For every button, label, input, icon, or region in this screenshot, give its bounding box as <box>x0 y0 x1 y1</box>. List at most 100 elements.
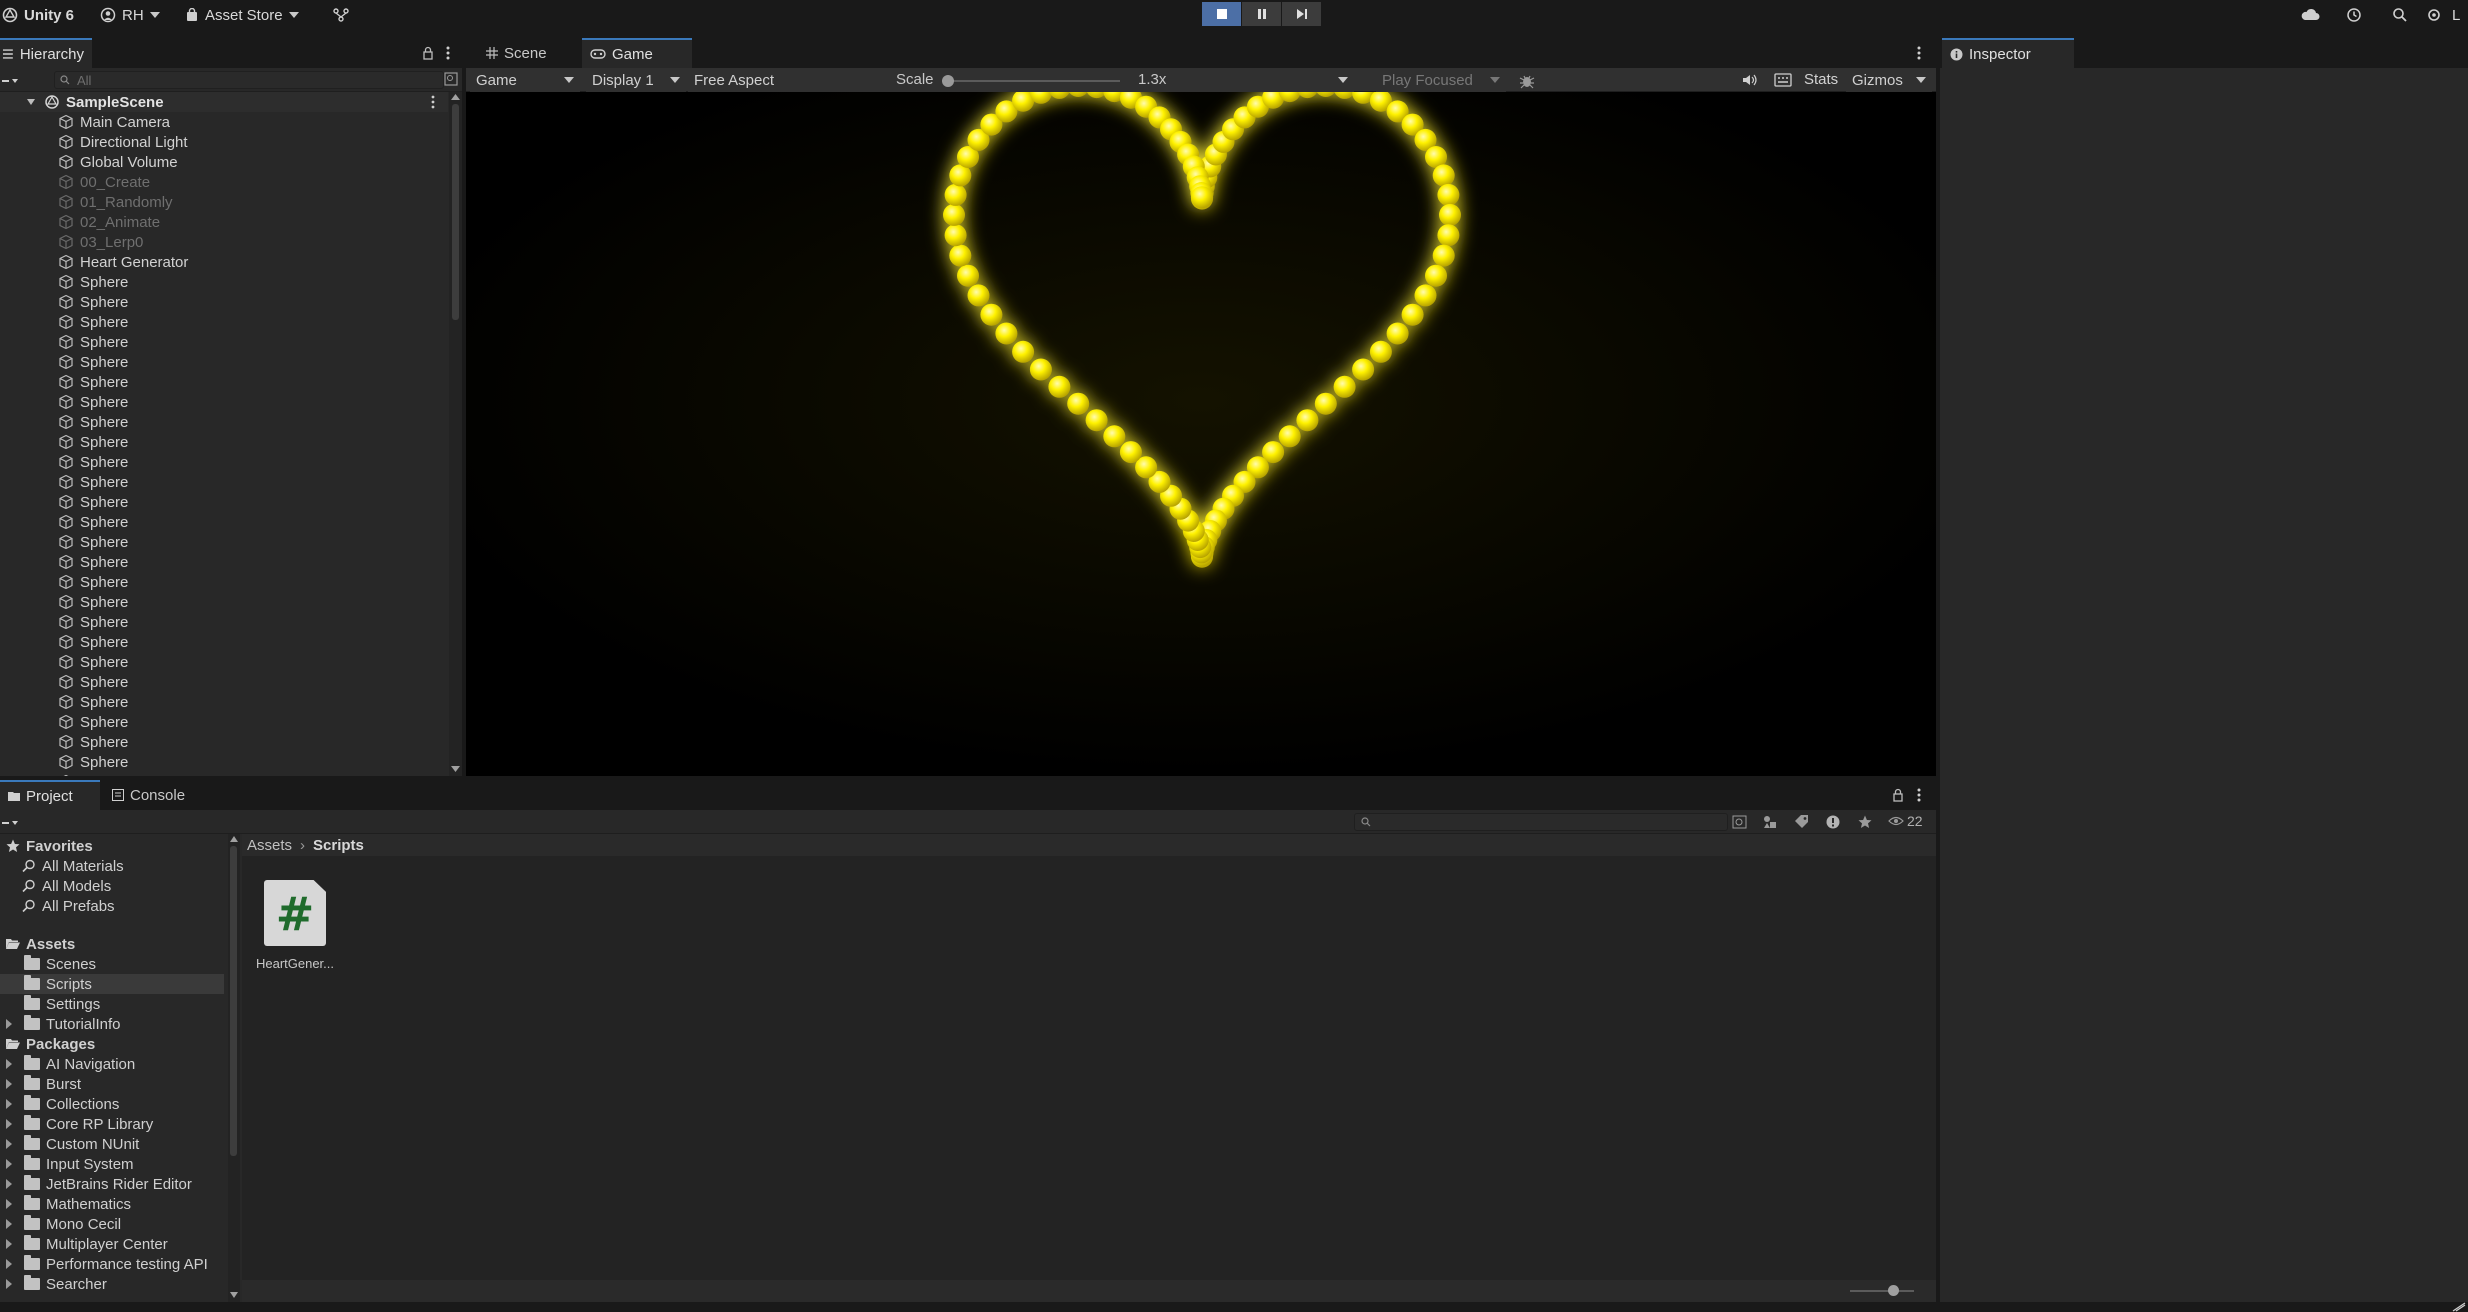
lock-icon[interactable] <box>422 46 434 60</box>
more-options-icon[interactable] <box>445 45 451 61</box>
hierarchy-item[interactable]: Sphere <box>0 372 448 392</box>
package-item[interactable]: Mono Cecil <box>0 1214 224 1234</box>
display-dropdown[interactable]: Display 1 <box>586 68 686 92</box>
project-tree-scroll-thumb[interactable] <box>230 846 237 1156</box>
expand-arrow-icon[interactable] <box>26 97 36 107</box>
layers-button[interactable] <box>2426 0 2442 30</box>
package-item[interactable]: Custom NUnit <box>0 1134 224 1154</box>
package-item[interactable]: Searcher <box>0 1274 224 1294</box>
expand-arrow-icon[interactable] <box>6 1259 12 1269</box>
hierarchy-item[interactable]: Sphere <box>0 632 448 652</box>
hierarchy-item[interactable]: Sphere <box>0 332 448 352</box>
unity-menu[interactable]: Unity 6 <box>2 0 74 30</box>
project-lock-icon[interactable] <box>1892 788 1904 802</box>
package-item[interactable]: Mathematics <box>0 1194 224 1214</box>
hierarchy-item[interactable]: 03_Lerp0 <box>0 232 448 252</box>
asset-store-dropdown[interactable]: Asset Store <box>185 0 299 30</box>
tab-console[interactable]: Console <box>104 780 204 810</box>
play-focused-dropdown[interactable]: Play Focused <box>1376 68 1506 92</box>
search-scope-icon[interactable] <box>1732 815 1748 829</box>
create-dropdown[interactable] <box>2 818 20 828</box>
tab-hierarchy[interactable]: Hierarchy <box>0 38 92 68</box>
assets-header[interactable]: Assets <box>0 934 224 954</box>
asset-folder-item[interactable]: TutorialInfo <box>0 1014 224 1034</box>
tab-scene[interactable]: Scene <box>478 38 584 68</box>
icon-size-slider[interactable] <box>1850 1285 1914 1296</box>
cloud-button[interactable] <box>2300 0 2320 30</box>
favorite-item[interactable]: All Prefabs <box>0 896 224 916</box>
favorite-item[interactable]: All Models <box>0 876 224 896</box>
hierarchy-item[interactable]: Sphere <box>0 752 448 772</box>
expand-arrow-icon[interactable] <box>6 1179 12 1189</box>
favorite-item[interactable]: All Materials <box>0 856 224 876</box>
project-search-input[interactable] <box>1354 813 1728 831</box>
hierarchy-item[interactable]: Sphere <box>0 272 448 292</box>
hierarchy-item[interactable]: 01_Randomly <box>0 192 448 212</box>
add-dropdown[interactable] <box>2 76 20 86</box>
play-button[interactable] <box>1202 2 1241 26</box>
hierarchy-item[interactable]: Sphere <box>0 512 448 532</box>
gizmos-dropdown[interactable]: Gizmos <box>1846 68 1932 92</box>
hierarchy-item[interactable]: Sphere <box>0 492 448 512</box>
hierarchy-item[interactable]: 02_Animate <box>0 212 448 232</box>
hierarchy-item[interactable]: Heart Generator <box>0 252 448 272</box>
scene-options-icon[interactable] <box>430 95 436 109</box>
expand-arrow-icon[interactable] <box>6 1119 12 1129</box>
favorites-header[interactable]: Favorites <box>0 836 224 856</box>
expand-arrow-icon[interactable] <box>6 1079 12 1089</box>
hierarchy-item[interactable]: Sphere <box>0 432 448 452</box>
package-item[interactable]: Input System <box>0 1154 224 1174</box>
hierarchy-scrollbar[interactable] <box>449 92 462 776</box>
hierarchy-scroll-thumb[interactable] <box>452 104 459 320</box>
package-item[interactable]: AI Navigation <box>0 1054 224 1074</box>
hierarchy-item[interactable]: Sphere <box>0 652 448 672</box>
search-button[interactable] <box>2392 0 2408 30</box>
warning-filter-icon[interactable] <box>1826 815 1840 829</box>
expand-arrow-icon[interactable] <box>6 1099 12 1109</box>
hierarchy-search-input[interactable]: All <box>54 71 444 89</box>
project-more-options-icon[interactable] <box>1916 787 1922 803</box>
icon-size-slider-handle[interactable] <box>1888 1285 1899 1296</box>
hidden-packages-toggle[interactable]: 22 <box>1888 813 1923 829</box>
hierarchy-item[interactable]: Sphere <box>0 452 448 472</box>
package-item[interactable]: Multiplayer Center <box>0 1234 224 1254</box>
package-item[interactable]: Core RP Library <box>0 1114 224 1134</box>
hierarchy-item[interactable]: Sphere <box>0 612 448 632</box>
hierarchy-item[interactable]: Sphere <box>0 772 448 776</box>
shortcuts-icon[interactable] <box>1774 73 1792 87</box>
hierarchy-item[interactable]: Sphere <box>0 472 448 492</box>
hierarchy-item[interactable]: Sphere <box>0 532 448 552</box>
version-control-button[interactable] <box>332 0 350 30</box>
hierarchy-item[interactable]: Sphere <box>0 412 448 432</box>
hierarchy-item[interactable]: Directional Light <box>0 132 448 152</box>
hierarchy-item[interactable]: Sphere <box>0 552 448 572</box>
asset-folder-item[interactable]: Settings <box>0 994 224 1014</box>
game-more-options-icon[interactable] <box>1916 45 1922 61</box>
hierarchy-item[interactable]: 00_Create <box>0 172 448 192</box>
hierarchy-item[interactable]: Main Camera <box>0 112 448 132</box>
tab-inspector[interactable]: Inspector <box>1942 38 2074 68</box>
tab-project[interactable]: Project <box>0 780 100 810</box>
pause-button[interactable] <box>1242 2 1281 26</box>
hierarchy-item[interactable]: Sphere <box>0 712 448 732</box>
hierarchy-item[interactable]: Sphere <box>0 672 448 692</box>
expand-arrow-icon[interactable] <box>6 1219 12 1229</box>
debug-bug-icon[interactable] <box>1518 72 1536 90</box>
history-button[interactable] <box>2346 0 2362 30</box>
hierarchy-item[interactable]: Sphere <box>0 732 448 752</box>
expand-arrow-icon[interactable] <box>6 1019 12 1029</box>
packages-header[interactable]: Packages <box>0 1034 224 1054</box>
hierarchy-item[interactable]: Sphere <box>0 692 448 712</box>
expand-arrow-icon[interactable] <box>6 1279 12 1289</box>
breadcrumb-scripts[interactable]: Scripts <box>313 837 364 854</box>
favorite-star-icon[interactable] <box>1858 815 1872 829</box>
hierarchy-item[interactable]: Sphere <box>0 352 448 372</box>
step-button[interactable] <box>1282 2 1321 26</box>
expand-arrow-icon[interactable] <box>6 1059 12 1069</box>
tab-game[interactable]: Game <box>582 38 692 68</box>
filter-by-label-icon[interactable] <box>1794 815 1810 829</box>
view-type-dropdown[interactable]: Game <box>470 68 580 92</box>
breadcrumb-assets[interactable]: Assets <box>247 837 292 854</box>
hierarchy-item[interactable]: Sphere <box>0 572 448 592</box>
scale-slider-handle[interactable] <box>942 75 954 87</box>
